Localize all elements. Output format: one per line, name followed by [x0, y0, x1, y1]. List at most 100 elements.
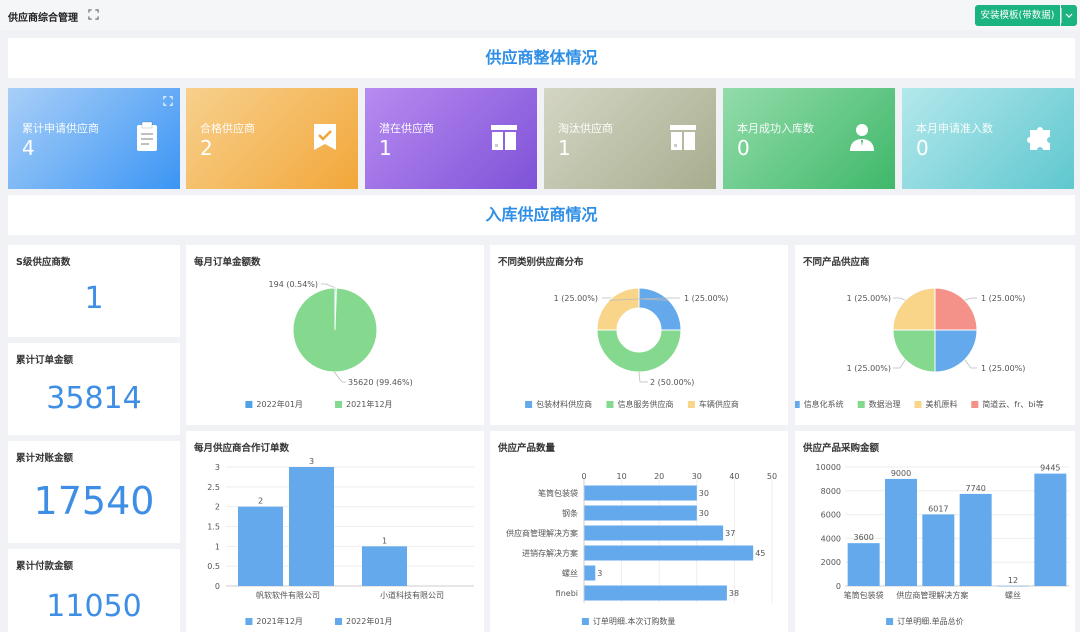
bar-value-label: 9445: [1040, 464, 1060, 473]
legend-label: 数据治理: [869, 399, 901, 409]
x-tick-label: 笔筒包装袋: [844, 590, 884, 600]
chart-panel-product-qty: 供应产品数量 0 10 20 30 40 50 笔筒包装袋 30 钢条 30 供应商管理解决方案 37…: [490, 431, 788, 632]
data-label: 1 (25.00%): [684, 294, 728, 303]
install-dropdown-button[interactable]: [1061, 5, 1077, 26]
x-tick-label: 40: [729, 472, 739, 481]
y-tick-label: 2: [215, 503, 220, 512]
bar-value-label: 3600: [853, 533, 873, 542]
pie-slice[interactable]: [934, 287, 978, 331]
bar[interactable]: [584, 525, 724, 541]
pie-slice[interactable]: [934, 329, 978, 373]
kpi-title: 累计订单金额: [16, 355, 74, 366]
data-label: 1 (25.00%): [847, 364, 891, 373]
bar[interactable]: [959, 493, 992, 586]
kpi-panel-reconcile-amount: 累计对账金额 17540: [8, 441, 180, 543]
stat-value: 2: [200, 136, 213, 160]
stat-card: 累计申请供应商 4: [8, 88, 180, 189]
x-tick-label: 供应商管理解决方案: [896, 590, 968, 600]
bar[interactable]: [584, 585, 727, 601]
bar[interactable]: [584, 565, 596, 581]
bar[interactable]: [997, 585, 1029, 587]
data-label: 194 (0.54%): [269, 280, 318, 289]
pie-slice[interactable]: [596, 287, 640, 331]
pie-slice[interactable]: [292, 287, 378, 373]
label-leader: [321, 283, 336, 289]
bar-value-label: 7740: [965, 484, 985, 493]
chevron-down-icon: [1061, 8, 1073, 23]
y-tick-label: 进销存解决方案: [522, 548, 578, 558]
stat-label: 淘汰供应商: [558, 122, 613, 135]
chart-panel-product-supplier: 不同产品供应商 1 (25.00%) 1 (25.00%) 1 (25.00%) 1 …: [795, 245, 1075, 425]
bar[interactable]: [584, 485, 697, 501]
chart-panel-monthly-orders: 每月供应商合作订单数 0 0.5 1 1.5 2 2.5 3 2 3 帆软软件有限公司 1 小道科技有…: [186, 431, 484, 632]
section-title-inbound: 入库供应商情况: [8, 195, 1075, 235]
kpi-title: S级供应商数: [16, 257, 71, 268]
chart-product-supplier: 1 (25.00%) 1 (25.00%) 1 (25.00%) 1 (25.00%)…: [795, 287, 1044, 409]
bar[interactable]: [1034, 473, 1067, 586]
legend-label: 简道云、fr、bi等: [982, 399, 1043, 409]
bar-value-label: 3: [309, 457, 314, 466]
install-template-button[interactable]: 安装模板(带数据): [975, 5, 1060, 26]
x-tick-label: 50: [767, 472, 777, 481]
stat-value: 1: [558, 136, 571, 160]
chart-purchase-amount: 0 2000 4000 6000 8000 10000 3600 9000 6017 7740 12…: [816, 463, 1069, 626]
y-tick-label: 6000: [821, 511, 841, 520]
bar-value-label: 45: [755, 549, 765, 558]
y-tick-label: 供应商管理解决方案: [506, 528, 578, 538]
bar[interactable]: [238, 506, 283, 586]
kpi-panel-payment-amount: 累计付款金额 11050: [8, 549, 180, 632]
kpi-panel-order-amount: 累计订单金额 35814: [8, 343, 180, 435]
bar-value-label: 37: [725, 529, 735, 538]
bar[interactable]: [584, 505, 697, 521]
stat-value: 1: [379, 136, 392, 160]
fullscreen-icon[interactable]: [88, 9, 99, 20]
bar-value-label: 6017: [928, 504, 948, 513]
y-tick-label: 2000: [821, 558, 841, 567]
pie-slice[interactable]: [596, 329, 682, 373]
legend-label: 信息服务供应商: [618, 399, 674, 409]
pie-slice[interactable]: [638, 287, 682, 331]
bar[interactable]: [885, 478, 917, 586]
x-tick-label: 帆软软件有限公司: [256, 590, 320, 600]
pie-slice[interactable]: [892, 329, 936, 373]
legend-label: 2021年12月: [256, 616, 303, 626]
user-icon: [850, 124, 874, 151]
bar[interactable]: [847, 543, 880, 586]
x-tick-label: 20: [654, 472, 664, 481]
stat-label: 累计申请供应商: [22, 122, 99, 135]
legend-swatch: [687, 401, 695, 408]
legend-label: 信息化系统: [804, 399, 844, 409]
legend-swatch: [914, 401, 922, 408]
y-tick-label: 2.5: [207, 483, 220, 492]
chart-panel-category-dist: 不同类别供应商分布 1 (25.00%) 2 (50.00%) 1 (25.00%)…: [490, 245, 788, 425]
bar[interactable]: [584, 545, 754, 561]
bar[interactable]: [289, 467, 334, 586]
y-tick-label: 笔筒包装袋: [538, 488, 578, 498]
legend-swatch: [335, 401, 342, 408]
stat-label: 合格供应商: [200, 122, 255, 135]
stat-value: 0: [916, 136, 929, 160]
y-tick-label: 3: [215, 463, 220, 472]
pie-slice[interactable]: [892, 287, 936, 331]
y-tick-label: 4000: [821, 534, 841, 543]
label-leader: [893, 297, 906, 301]
expand-icon[interactable]: [163, 96, 173, 106]
y-tick-label: 1: [215, 542, 220, 551]
data-label: 1 (25.00%): [847, 294, 891, 303]
kpi-title: 累计付款金额: [16, 561, 74, 572]
stat-value: 0: [737, 136, 750, 160]
bar-value-label: 1: [382, 536, 387, 545]
legend-swatch: [795, 401, 800, 408]
data-label: 35620 (99.46%): [348, 378, 413, 387]
bar-value-label: 9000: [891, 469, 911, 478]
check-badge-icon: [314, 124, 336, 150]
y-tick-label: finebi: [556, 589, 578, 598]
y-tick-label: 0: [836, 582, 841, 591]
label-leader: [333, 371, 346, 383]
bar[interactable]: [922, 514, 955, 586]
chart-panel-monthly-amount: 每月订单金额数 194 (0.54%) 35620 (99.46%) 2022年01…: [186, 245, 484, 425]
data-label: 1 (25.00%): [554, 294, 598, 303]
bar[interactable]: [362, 546, 407, 586]
bar-value-label: 12: [1008, 576, 1018, 585]
bar-value-label: 30: [699, 489, 709, 498]
